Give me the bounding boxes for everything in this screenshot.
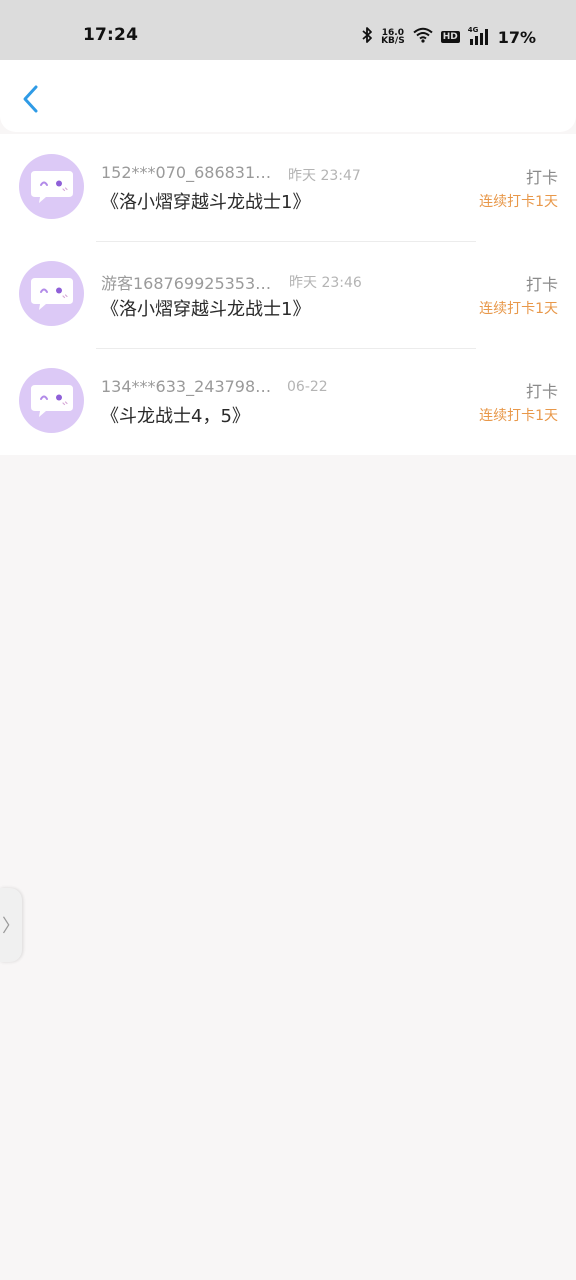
net-speed: 16.0 KB/S bbox=[381, 29, 405, 46]
hd-badge: HD bbox=[440, 31, 460, 43]
bluetooth-icon bbox=[361, 26, 373, 48]
avatar[interactable] bbox=[19, 261, 84, 326]
checkin-action-label: 打卡 bbox=[525, 168, 558, 187]
cellular-signal-icon: 4G bbox=[468, 26, 490, 45]
chat-bubble-face-icon bbox=[30, 277, 73, 310]
streak-label: 连续打卡1天 bbox=[479, 194, 558, 210]
book-title: 《洛小熠穿越斗龙战士1》 bbox=[101, 299, 311, 320]
username: 152***070_6868315652 bbox=[101, 163, 273, 182]
avatar[interactable] bbox=[19, 154, 84, 219]
checkin-action-label: 打卡 bbox=[525, 382, 558, 401]
chevron-left-icon bbox=[23, 85, 38, 113]
streak-label: 连续打卡1天 bbox=[479, 301, 558, 317]
chevron-right-icon: 〉 bbox=[2, 916, 20, 937]
status-bar: 17:24 16.0 KB/S HD 4G 17% bbox=[0, 0, 576, 60]
checkin-row[interactable]: 游客16876992535348… 昨天 23:46 《洛小熠穿越斗龙战士1》 … bbox=[0, 241, 576, 348]
book-title: 《洛小熠穿越斗龙战士1》 bbox=[101, 192, 311, 213]
book-title: 《斗龙战士4，5》 bbox=[101, 406, 250, 427]
checkin-list: 152***070_6868315652 昨天 23:47 《洛小熠穿越斗龙战士… bbox=[0, 134, 576, 455]
chat-bubble-face-icon bbox=[30, 170, 73, 203]
checkin-row[interactable]: 134***633_2437981185 06-22 《斗龙战士4，5》 打卡 … bbox=[0, 348, 576, 455]
back-button[interactable] bbox=[14, 82, 48, 116]
battery-percent: 17% bbox=[497, 27, 536, 47]
username: 134***633_2437981185 bbox=[101, 377, 273, 396]
streak-label: 连续打卡1天 bbox=[479, 408, 558, 424]
username: 游客16876992535348… bbox=[101, 274, 273, 293]
side-panel-handle[interactable]: 〉 bbox=[0, 888, 22, 962]
checkin-row[interactable]: 152***070_6868315652 昨天 23:47 《洛小熠穿越斗龙战士… bbox=[0, 134, 576, 241]
wifi-icon bbox=[413, 27, 433, 47]
checkin-time: 昨天 23:47 bbox=[288, 168, 361, 184]
status-icons: 16.0 KB/S HD 4G 17% bbox=[361, 26, 536, 48]
checkin-action-label: 打卡 bbox=[525, 275, 558, 294]
status-time: 17:24 bbox=[83, 25, 139, 45]
checkin-time: 06-22 bbox=[287, 379, 328, 395]
net-speed-unit: KB/S bbox=[381, 36, 405, 46]
avatar[interactable] bbox=[19, 368, 84, 433]
header bbox=[0, 60, 576, 132]
checkin-time: 昨天 23:46 bbox=[289, 275, 362, 291]
chat-bubble-face-icon bbox=[30, 384, 73, 417]
